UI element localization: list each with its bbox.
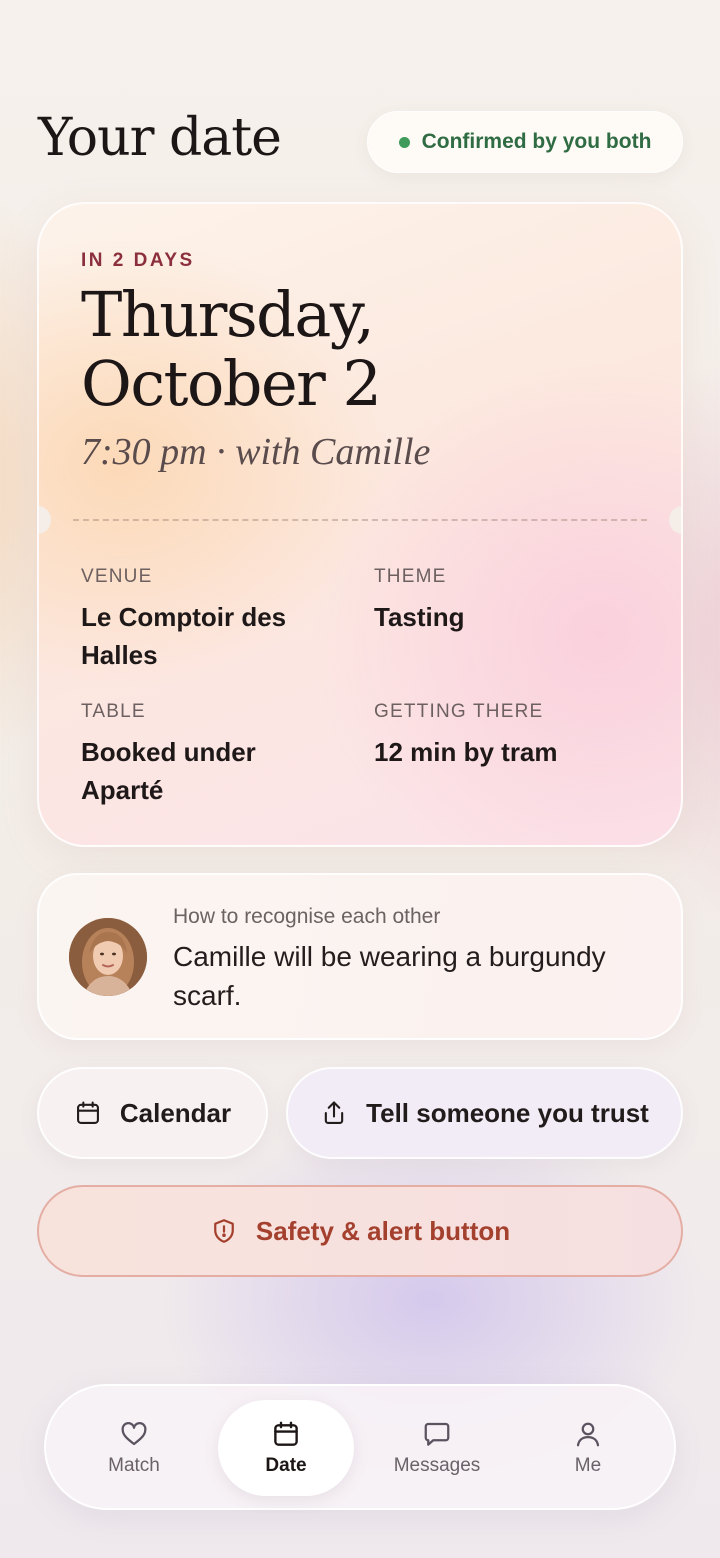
- detail-table-value: Booked under Aparté: [81, 737, 256, 805]
- ticket-divider: [73, 519, 647, 521]
- detail-venue: VENUE Le Comptoir des Halles: [81, 566, 331, 674]
- shield-alert-icon: [214, 1219, 234, 1243]
- ticket-notch-left: [39, 506, 51, 534]
- detail-theme-label: THEME: [374, 566, 447, 587]
- tab-date-label: Date: [265, 1455, 307, 1476]
- tab-me-label: Me: [574, 1455, 602, 1476]
- safety-button-label: Safety & alert button: [255, 1215, 511, 1246]
- bottom-tab-bar: Match Date Messages Me: [44, 1384, 676, 1510]
- person-icon: [576, 1422, 600, 1447]
- recognise-label: How to recognise each other: [173, 905, 441, 928]
- status-dot-icon: [398, 136, 410, 148]
- chat-bubble-icon: [424, 1422, 450, 1446]
- recognise-card: How to recognise each other Camille will…: [37, 873, 683, 1040]
- tab-messages-label: Messages: [393, 1455, 481, 1476]
- countdown-label: IN 2 DAYS: [81, 250, 195, 271]
- detail-theme: THEME Tasting: [374, 566, 624, 636]
- detail-theme-value: Tasting: [374, 602, 465, 632]
- safety-alert-button[interactable]: Safety & alert button: [37, 1185, 683, 1277]
- tab-match[interactable]: Match: [66, 1400, 202, 1496]
- calendar-icon: [274, 1421, 298, 1446]
- calendar-button-label: Calendar: [119, 1097, 232, 1128]
- share-icon: [324, 1101, 344, 1124]
- detail-getting-there-value: 12 min by tram: [374, 737, 558, 767]
- recognise-text: Camille will be wearing a burgundy scarf…: [173, 941, 606, 1011]
- confirmation-status-text: Confirmed by you both: [421, 130, 652, 153]
- confirmation-status-badge: Confirmed by you both: [367, 111, 683, 173]
- detail-venue-value: Le Comptoir des Halles: [81, 602, 287, 670]
- avatar: [69, 918, 147, 996]
- heart-icon: [121, 1422, 147, 1446]
- tab-me[interactable]: Me: [520, 1400, 656, 1496]
- tab-date[interactable]: Date: [218, 1400, 354, 1496]
- detail-getting-there: GETTING THERE 12 min by tram: [374, 701, 624, 771]
- calendar-icon: [76, 1101, 99, 1124]
- detail-getting-there-label: GETTING THERE: [374, 701, 544, 722]
- detail-venue-label: VENUE: [81, 566, 153, 587]
- date-headline: Thursday, October 2: [81, 278, 382, 420]
- detail-table-label: TABLE: [81, 701, 146, 722]
- date-ticket-card: IN 2 DAYS Thursday, October 2 7:30 pm · …: [37, 202, 683, 847]
- detail-table: TABLE Booked under Aparté: [81, 701, 331, 809]
- add-to-calendar-button[interactable]: Calendar: [37, 1067, 268, 1159]
- tab-messages[interactable]: Messages: [369, 1400, 505, 1496]
- profile-photo-icon: [69, 918, 147, 996]
- time-and-partner: 7:30 pm · with Camille: [81, 431, 431, 473]
- tell-someone-button[interactable]: Tell someone you trust: [286, 1067, 683, 1159]
- share-button-label: Tell someone you trust: [366, 1097, 649, 1128]
- tab-match-label: Match: [108, 1455, 160, 1476]
- page-title: Your date: [38, 108, 282, 168]
- ticket-notch-right: [669, 506, 681, 534]
